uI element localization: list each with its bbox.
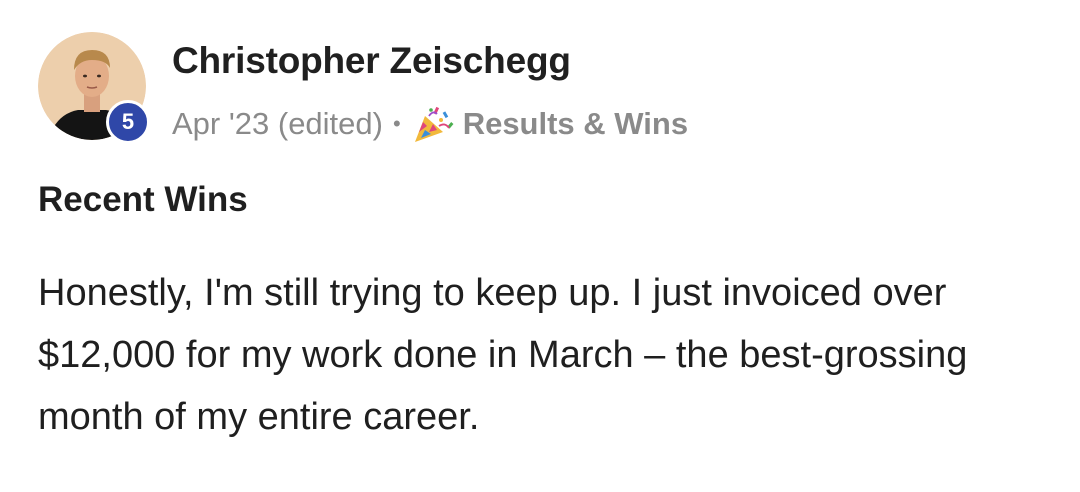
author-name[interactable]: Christopher Zeischegg [172,40,571,82]
category-link[interactable]: Results & Wins [463,106,688,142]
post-body: Honestly, I'm still trying to keep up. I… [38,272,968,438]
level-badge: 5 [106,100,150,144]
post-title: Recent Wins [38,180,248,219]
meta-separator: • [392,111,401,136]
post-meta: Apr '23 (edited) • Results & Wins [172,104,688,144]
post-date: Apr '23 (edited) [172,106,383,141]
community-post: 5 Christopher Zeischegg Apr '23 (edited)… [0,0,1080,492]
party-popper-icon [414,106,454,142]
author-avatar-container[interactable]: 5 [38,32,150,144]
